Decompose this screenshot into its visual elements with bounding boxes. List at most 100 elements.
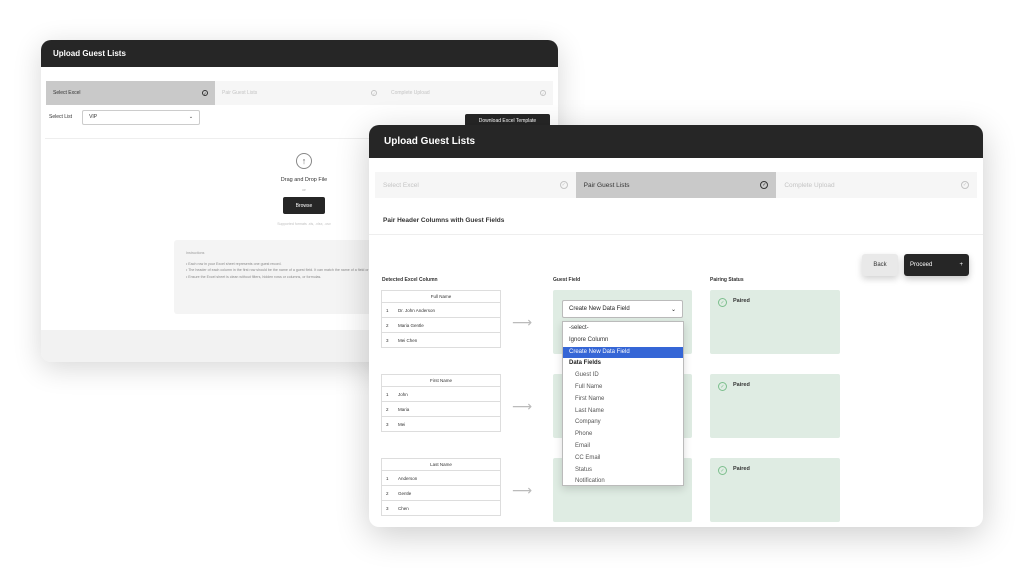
col-header-pairing-status: Pairing Status — [710, 277, 744, 283]
status-label: Paired — [733, 382, 750, 388]
row-number: 3 — [386, 337, 389, 343]
step-complete-upload[interactable]: Complete Upload ✓ — [776, 172, 977, 198]
table-row: 1 Anderson — [382, 471, 501, 486]
excel-column-table: Full Name 1 Dr. John Anderson 2 Maria Gent… — [381, 290, 501, 348]
window-title: Upload Guest Lists — [41, 40, 558, 67]
dropdown-option[interactable]: Email — [563, 441, 683, 453]
check-circle-icon: ✓ — [202, 90, 208, 96]
dropdown-option[interactable]: Guest ID — [563, 370, 683, 382]
step-label: Select Excel — [383, 181, 419, 189]
excel-column-table: Last Name 1 Anderson 2 Gentle 3 Chen — [381, 458, 501, 516]
check-circle-icon: ✓ — [559, 181, 568, 189]
step-pair-guest-lists[interactable]: Pair Guest Lists ✓ — [215, 81, 384, 105]
check-circle-icon: ✓ — [540, 90, 546, 96]
select-list-dropdown[interactable]: VIP ⌄ — [82, 109, 201, 125]
check-circle-icon: ✓ — [961, 181, 970, 189]
pairing-status-cell: ✓ Paired — [710, 374, 840, 438]
step-label: Pair Guest Lists — [222, 90, 258, 96]
plus-icon: + — [959, 262, 963, 268]
column-name: First Name — [429, 378, 452, 383]
table-row: 3 Mei — [382, 417, 501, 432]
cell-value: John — [398, 391, 408, 397]
check-circle-icon: ✓ — [371, 90, 377, 96]
column-name: Full Name — [430, 294, 452, 299]
row-number: 2 — [386, 406, 389, 412]
cell-value: Mei Chen — [398, 337, 418, 343]
step-select-excel[interactable]: Select Excel ✓ — [46, 81, 215, 105]
row-number: 1 — [386, 475, 389, 481]
pairing-status-cell: ✓ Paired — [710, 290, 840, 354]
table-row: 1 John — [382, 387, 501, 402]
proceed-label: Proceed — [910, 262, 933, 268]
table-header: Last Name — [382, 459, 501, 471]
arrow-right-icon: ⟶ — [512, 398, 533, 414]
select-list-value: VIP — [89, 114, 98, 120]
table-row: 3 Chen — [382, 501, 501, 516]
cell-value: Anderson — [398, 475, 418, 481]
column-name: Last Name — [430, 462, 452, 467]
pair-guest-lists-window: Upload Guest Lists Select Excel ✓ Pair G… — [369, 125, 983, 527]
step-label: Complete Upload — [391, 90, 430, 96]
cell-value: Chen — [398, 505, 409, 511]
excel-column-table: First Name 1 John 2 Maria 3 Mei — [381, 374, 501, 432]
dropdown-option[interactable]: Full Name — [563, 382, 683, 394]
window-title: Upload Guest Lists — [369, 125, 983, 158]
chevron-down-icon: ⌄ — [670, 306, 676, 313]
check-circle-icon: ✓ — [718, 466, 727, 475]
select-list-label: Select List — [49, 114, 73, 120]
back-button[interactable]: Back — [862, 254, 898, 276]
cell-value: Maria — [398, 406, 410, 412]
guest-field-select[interactable]: Create New Data Field ⌄ — [562, 300, 683, 318]
check-circle-icon: ✓ — [718, 298, 727, 307]
step-label: Select Excel — [53, 90, 81, 96]
supported-formats: Supported formats .xls, .xlsx, .csv — [277, 222, 331, 226]
row-number: 2 — [386, 322, 389, 328]
arrow-right-icon: ⟶ — [512, 482, 533, 498]
check-circle-icon: ✓ — [718, 382, 727, 391]
dropdown-option[interactable]: Notification — [563, 476, 683, 485]
select-value: Create New Data Field — [569, 306, 630, 312]
table-row: 2 Maria — [382, 402, 501, 417]
dropzone-title: Drag and Drop File — [280, 177, 328, 183]
arrow-right-icon: ⟶ — [512, 314, 533, 330]
cell-value: Dr. John Anderson — [398, 307, 436, 313]
dropdown-option[interactable]: Company — [563, 417, 683, 429]
chevron-down-icon: ⌄ — [188, 114, 194, 120]
step-complete-upload[interactable]: Complete Upload ✓ — [384, 81, 553, 105]
table-row: 3 Mei Chen — [382, 333, 501, 348]
pairing-status-cell: ✓ Paired — [710, 458, 840, 522]
dropdown-option[interactable]: Ignore Column — [563, 335, 683, 347]
dropdown-option[interactable]: First Name — [563, 394, 683, 406]
col-header-detected: Detected Excel Column — [382, 277, 438, 283]
dropdown-option[interactable]: Status — [563, 465, 683, 477]
upload-icon: ↑ — [296, 153, 312, 169]
status-label: Paired — [733, 466, 750, 472]
table-row: 1 Dr. John Anderson — [382, 303, 501, 318]
dropzone-or: or — [302, 187, 306, 192]
cell-value: Mei — [398, 421, 406, 427]
cell-value: Maria Gentle — [398, 322, 424, 328]
step-label: Pair Guest Lists — [583, 181, 630, 189]
guest-field-dropdown-list: -select- Ignore Column Create New Data F… — [562, 321, 684, 486]
col-header-guest-field: Guest Field — [553, 277, 581, 283]
table-row: 2 Maria Gentle — [382, 318, 501, 333]
stepper: Select Excel ✓ Pair Guest Lists ✓ Comple… — [375, 172, 977, 198]
step-pair-guest-lists[interactable]: Pair Guest Lists ✓ — [575, 172, 777, 198]
dropdown-option[interactable]: Phone — [563, 429, 683, 441]
table-header: Full Name — [382, 291, 501, 303]
proceed-button[interactable]: Proceed + — [904, 254, 969, 276]
section-title: Pair Header Columns with Guest Fields — [369, 206, 983, 235]
dropdown-option-selected[interactable]: Create New Data Field — [563, 346, 683, 359]
dropdown-option[interactable]: CC Email — [563, 453, 683, 465]
dropdown-option[interactable]: Last Name — [563, 406, 683, 418]
check-circle-icon: ✓ — [760, 181, 769, 189]
step-select-excel[interactable]: Select Excel ✓ — [375, 172, 576, 198]
dropdown-option[interactable]: -select- — [563, 323, 683, 335]
status-label: Paired — [733, 298, 750, 304]
browse-button[interactable]: Browse — [283, 197, 325, 214]
row-number: 3 — [386, 421, 389, 427]
row-number: 1 — [386, 307, 389, 313]
table-header: First Name — [382, 375, 501, 387]
row-number: 1 — [386, 391, 389, 397]
stepper: Select Excel ✓ Pair Guest Lists ✓ Comple… — [46, 81, 553, 105]
